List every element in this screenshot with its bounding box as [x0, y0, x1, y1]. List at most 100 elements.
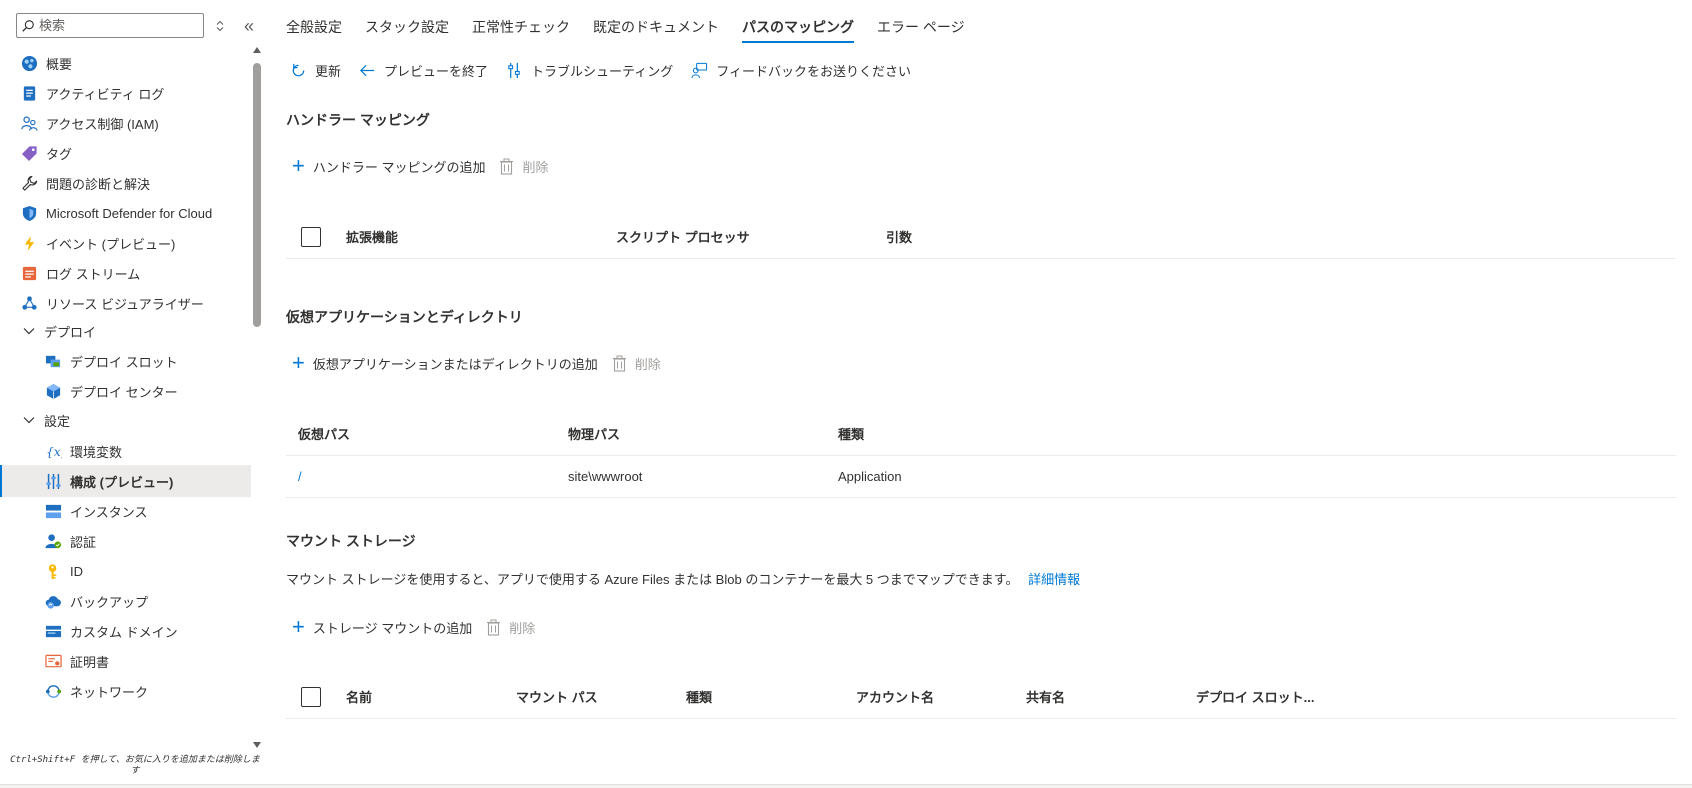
scrollbar-thumb[interactable] [253, 63, 261, 327]
sidebar-item-overview[interactable]: 概要 [0, 47, 251, 79]
lightning-icon [20, 234, 38, 252]
chevron-down-icon [22, 413, 36, 427]
sidebar-item-instances[interactable]: インスタンス [0, 495, 251, 527]
sidebar-item-backup[interactable]: バックアップ [0, 585, 251, 617]
plus-icon: + [292, 350, 305, 375]
sidebar-item-identity[interactable]: ID [0, 555, 251, 587]
sidebar-item-defender[interactable]: Microsoft Defender for Cloud [0, 197, 251, 229]
sidebar-item-label: Microsoft Defender for Cloud [46, 205, 213, 221]
select-all-checkbox[interactable] [301, 686, 321, 707]
column-header-deployment-slot[interactable]: デプロイ スロット... [1196, 675, 1314, 718]
column-header-physical-path[interactable]: 物理パス [568, 412, 620, 455]
column-header-script-processor[interactable]: スクリプト プロセッサ [616, 215, 750, 258]
column-header-type[interactable]: 種類 [686, 675, 712, 718]
activity-log-icon [20, 84, 38, 102]
select-all-checkbox-cell [301, 215, 321, 258]
sidebar-item-authentication[interactable]: 認証 [0, 525, 251, 557]
exit-preview-label: プレビューを終了 [384, 63, 489, 79]
sidebar-group-settings[interactable]: 設定 [0, 404, 251, 436]
sidebar-item-tags[interactable]: タグ [0, 137, 251, 169]
identity-key-icon [44, 562, 62, 580]
sidebar-item-label: 概要 [46, 56, 73, 72]
column-header-share-name[interactable]: 共有名 [1026, 675, 1065, 718]
sidebar-item-deployment-center[interactable]: デプロイ センター [0, 375, 251, 407]
delete-handler-mapping-button[interactable]: 削除 [499, 157, 549, 176]
sort-updown-icon [216, 20, 224, 32]
column-header-mount-path[interactable]: マウント パス [516, 675, 598, 718]
mount-storage-title: マウント ストレージ [286, 533, 416, 549]
sort-toggle-button[interactable] [211, 17, 229, 35]
add-storage-mount-button[interactable]: + ストレージ マウントの追加 [292, 616, 472, 638]
sidebar-scrollbar[interactable] [252, 47, 262, 748]
feedback-button[interactable]: フィードバックをお送りください [691, 61, 911, 80]
mount-storage-description-text: マウント ストレージを使用すると、アプリで使用する Azure Files また… [286, 572, 1019, 587]
tab-general-settings[interactable]: 全般設定 [286, 13, 342, 43]
command-bar: 更新 プレビューを終了 トラブルシューティング フィードバックをお送りください [290, 58, 929, 82]
sidebar-item-label: イベント (プレビュー) [46, 236, 176, 252]
sidebar-item-label: リソース ビジュアライザー [46, 296, 204, 312]
learn-more-link[interactable]: 詳細情報 [1028, 572, 1080, 587]
table-row[interactable]: / site\wwwroot Application [286, 456, 1676, 498]
scroll-up-arrow-icon[interactable] [253, 47, 261, 53]
sidebar-item-label: カスタム ドメイン [70, 624, 178, 640]
tab-stack-settings[interactable]: スタック設定 [365, 13, 449, 43]
search-input[interactable] [39, 18, 199, 33]
sidebar-item-environment-variables[interactable]: {x} 環境変数 [0, 435, 251, 467]
bottom-edge-strip [0, 784, 1692, 788]
handler-commands: + ハンドラー マッピングの追加 削除 [292, 154, 563, 178]
column-header-arguments[interactable]: 引数 [886, 215, 912, 258]
tab-health-check[interactable]: 正常性チェック [472, 13, 570, 43]
defender-shield-icon [20, 204, 38, 222]
column-header-name[interactable]: 名前 [346, 675, 372, 718]
sidebar-search-box[interactable] [16, 13, 204, 38]
sidebar-item-iam[interactable]: アクセス制御 (IAM) [0, 107, 251, 139]
virtual-path-link[interactable]: / [298, 469, 302, 484]
physical-path-cell: site\wwwroot [568, 469, 643, 484]
refresh-button[interactable]: 更新 [290, 61, 341, 80]
scroll-down-arrow-icon[interactable] [253, 742, 261, 748]
column-header-account-name[interactable]: アカウント名 [856, 675, 934, 718]
column-header-type[interactable]: 種類 [838, 412, 864, 455]
backup-cloud-icon [44, 592, 62, 610]
iam-icon [20, 114, 38, 132]
sidebar-group-label: 設定 [44, 413, 71, 429]
sidebar-item-label: 問題の診断と解決 [46, 176, 151, 192]
sidebar-item-custom-domains[interactable]: カスタム ドメイン [0, 615, 251, 647]
virtual-apps-title: 仮想アプリケーションとディレクトリ [286, 309, 523, 325]
add-virtual-app-button[interactable]: + 仮想アプリケーションまたはディレクトリの追加 [292, 352, 598, 374]
wrench-icon [20, 174, 38, 192]
tab-path-mappings[interactable]: パスのマッピング [742, 13, 854, 43]
network-icon [44, 682, 62, 700]
tab-error-pages[interactable]: エラー ページ [877, 13, 965, 43]
trash-icon [500, 158, 514, 175]
feedback-label: フィードバックをお送りください [716, 63, 912, 79]
add-virtual-app-label: 仮想アプリケーションまたはディレクトリの追加 [312, 356, 598, 372]
delete-virtual-app-button[interactable]: 削除 [612, 354, 661, 373]
sidebar-item-log-stream[interactable]: ログ ストリーム [0, 257, 251, 289]
sidebar-item-events[interactable]: イベント (プレビュー) [0, 227, 251, 259]
select-all-checkbox[interactable] [301, 226, 321, 247]
sidebar-group-deployment[interactable]: デプロイ [0, 315, 251, 347]
svg-text:{x}: {x} [45, 445, 61, 459]
sidebar-item-deployment-slots[interactable]: デプロイ スロット [0, 345, 251, 377]
mount-storage-commands: + ストレージ マウントの追加 削除 [292, 615, 549, 639]
collapse-sidebar-button[interactable]: « [240, 16, 258, 36]
column-header-virtual-path[interactable]: 仮想パス [298, 412, 350, 455]
troubleshoot-button[interactable]: トラブルシューティング [506, 61, 673, 80]
arrow-left-icon [360, 64, 375, 76]
handler-mappings-title: ハンドラー マッピング [286, 112, 430, 128]
tag-icon [20, 144, 38, 162]
sidebar-item-certificates[interactable]: 証明書 [0, 645, 251, 677]
tab-default-documents[interactable]: 既定のドキュメント [593, 13, 719, 43]
trash-icon [487, 619, 501, 636]
exit-preview-button[interactable]: プレビューを終了 [359, 61, 488, 80]
add-handler-mapping-button[interactable]: + ハンドラー マッピングの追加 [292, 155, 485, 177]
sidebar-item-diagnose[interactable]: 問題の診断と解決 [0, 167, 251, 199]
mount-storage-description: マウント ストレージを使用すると、アプリで使用する Azure Files また… [286, 569, 1080, 588]
sidebar-item-configuration[interactable]: 構成 (プレビュー) [0, 465, 251, 497]
sidebar-item-networking[interactable]: ネットワーク [0, 675, 251, 707]
column-header-extension[interactable]: 拡張機能 [346, 215, 398, 258]
authentication-icon [44, 532, 62, 550]
sidebar-item-activity-log[interactable]: アクティビティ ログ [0, 77, 251, 109]
delete-storage-mount-button[interactable]: 削除 [486, 618, 535, 637]
